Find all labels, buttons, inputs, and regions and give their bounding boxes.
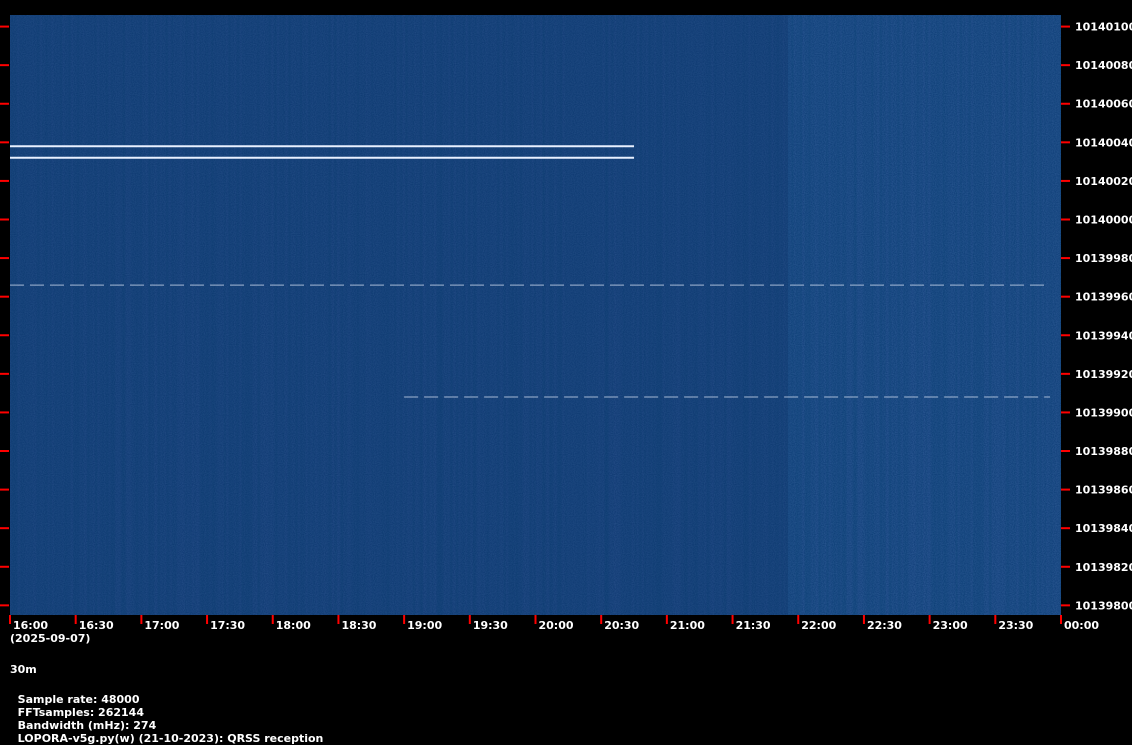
y-tick-label: 10139900 — [1075, 406, 1132, 419]
x-tick-label: 21:30 — [736, 619, 771, 632]
y-tick-label: 10140100 — [1075, 21, 1132, 34]
y-tick-label: 10139960 — [1075, 291, 1132, 304]
x-tick-label: 23:00 — [933, 619, 968, 632]
info-row: Sample rate: 48000 FFTsamples: 262144 Ba… — [10, 680, 333, 745]
y-tick-label: 10140040 — [1075, 136, 1132, 149]
y-tick-label: 10139860 — [1075, 484, 1132, 497]
y-tick-label: 10139820 — [1075, 561, 1132, 574]
x-tick-label: 17:30 — [210, 619, 245, 632]
y-tick-label: 10140000 — [1075, 214, 1132, 227]
bandwidth-label: Bandwidth (mHz): 274 — [17, 719, 157, 732]
x-tick-label: 22:00 — [801, 619, 836, 632]
x-tick-label: 22:30 — [867, 619, 902, 632]
y-tick-label: 10139880 — [1075, 445, 1132, 458]
x-tick-label: 16:30 — [79, 619, 114, 632]
spectrogram-chart: 10140100 10140080 10140060 10140040 10140020… — [0, 15, 1132, 632]
y-tick-label: 10140020 — [1075, 175, 1132, 188]
software-label: LOPORA-v5g.py(w) (21-10-2023): QRSS rece… — [17, 732, 324, 745]
x-tick-label: 00:00 — [1064, 619, 1099, 632]
x-tick-label: 21:00 — [670, 619, 705, 632]
y-tick-label: 10139980 — [1075, 252, 1132, 265]
x-tick-label: 23:30 — [998, 619, 1033, 632]
y-tick-label: 10139940 — [1075, 329, 1132, 342]
x-tick-label: 16:00 — [13, 619, 48, 632]
sample-rate-label: Sample rate: 48000 — [17, 693, 140, 706]
x-axis: 16:00 16:30 17:00 17:30 18:00 18:30 19:00 19:30… — [9, 615, 1099, 632]
y-tick-label: 10140080 — [1075, 59, 1132, 72]
band-label: 30m — [10, 663, 37, 676]
y-tick-label: 10139920 — [1075, 368, 1132, 381]
x-tick-label: 19:30 — [473, 619, 508, 632]
y-tick-label: 10140060 — [1075, 98, 1132, 111]
y-tick-label: 10139800 — [1075, 599, 1132, 612]
x-tick-label: 17:00 — [144, 619, 179, 632]
plot-darker-band — [10, 15, 788, 615]
fft-samples-label: FFTsamples: 262144 — [17, 706, 144, 719]
x-tick-label: 18:30 — [341, 619, 376, 632]
y-tick-label: 10139840 — [1075, 522, 1132, 535]
x-tick-label: 20:00 — [539, 619, 574, 632]
x-tick-label: 18:00 — [276, 619, 311, 632]
x-tick-label: 20:30 — [604, 619, 639, 632]
x-tick-label: 19:00 — [407, 619, 442, 632]
date-label: (2025-09-07) — [10, 632, 91, 645]
